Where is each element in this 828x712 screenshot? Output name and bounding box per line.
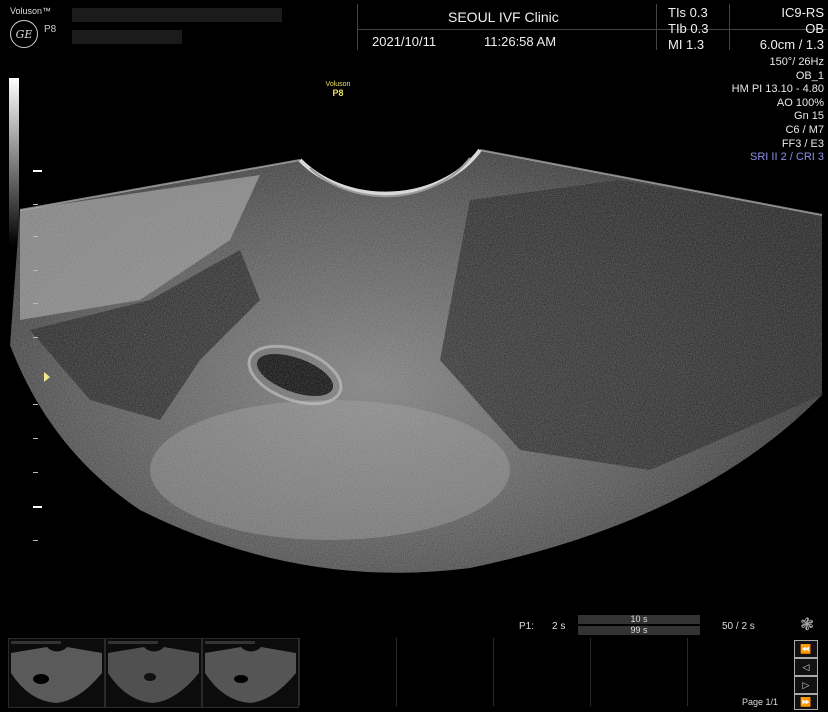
depth-tick-major (33, 170, 42, 172)
cine-bar-bottom[interactable]: 99 s (578, 626, 700, 635)
cine-left-value: 2 s (552, 621, 566, 632)
skip-back-icon[interactable]: ⏪ (794, 640, 818, 658)
thumbnail-slot-empty (590, 638, 686, 706)
thumbnail-slot-empty (299, 638, 395, 706)
next-icon[interactable]: ▷ (794, 676, 818, 694)
depth-tick (33, 270, 38, 271)
thumbnail-strip (8, 638, 784, 708)
thumbnail-slot-empty (493, 638, 589, 706)
prev-icon[interactable]: ◁ (794, 658, 818, 676)
depth-tick (33, 303, 38, 304)
thumbnail-image (108, 641, 199, 703)
settings-gear-icon[interactable]: ❃ (800, 616, 814, 633)
depth-tick (33, 236, 38, 237)
depth-tick (33, 472, 38, 473)
thumbnail-2[interactable] (105, 638, 202, 708)
depth-tick (33, 404, 38, 405)
skip-forward-icon[interactable]: ⏩ (794, 694, 818, 710)
cine-right-value: 50 / 2 s (722, 621, 755, 632)
depth-tick (33, 337, 38, 338)
thumbnail-image (205, 641, 296, 703)
thumbnail-3[interactable] (202, 638, 299, 708)
ultrasound-image (10, 148, 823, 573)
thumbnail-image (11, 641, 102, 703)
thumbnail-slot-empty (687, 638, 783, 706)
depth-tick-major (33, 506, 42, 508)
depth-tick (33, 204, 38, 205)
page-indicator: Page 1/1 (742, 697, 779, 707)
depth-tick (33, 438, 38, 439)
depth-tick (33, 540, 38, 541)
thumbnail-slot-empty (396, 638, 492, 706)
cine-bar-top[interactable]: 10 s (578, 615, 700, 624)
focus-marker-icon[interactable] (44, 372, 50, 382)
thumbnail-1[interactable] (8, 638, 105, 708)
cine-label: P1: (519, 621, 535, 632)
